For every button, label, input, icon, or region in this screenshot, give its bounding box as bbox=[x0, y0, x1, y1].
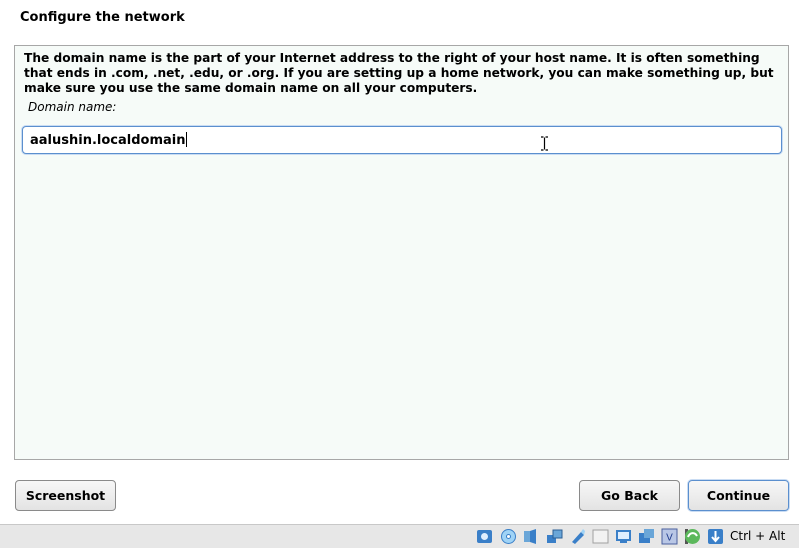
go-back-button[interactable]: Go Back bbox=[579, 480, 680, 511]
text-caret bbox=[185, 132, 187, 147]
audio-icon[interactable] bbox=[523, 528, 540, 545]
content-panel: The domain name is the part of your Inte… bbox=[14, 45, 789, 460]
usb-icon[interactable] bbox=[569, 528, 586, 545]
page-title: Configure the network bbox=[20, 10, 185, 25]
optical-drive-icon[interactable] bbox=[500, 528, 517, 545]
domain-name-label: Domain name: bbox=[28, 100, 117, 114]
vm-status-bar: V Ctrl + Alt bbox=[0, 524, 799, 548]
video-capture-icon[interactable] bbox=[638, 528, 655, 545]
keyboard-capture-icon[interactable] bbox=[707, 528, 724, 545]
domain-name-value: aalushin.localdomain bbox=[30, 133, 186, 148]
domain-name-input[interactable]: aalushin.localdomain bbox=[22, 126, 782, 154]
header: Configure the network bbox=[0, 0, 799, 36]
continue-button[interactable]: Continue bbox=[688, 480, 789, 511]
hard-disk-icon[interactable] bbox=[476, 528, 493, 545]
screenshot-button[interactable]: Screenshot bbox=[15, 480, 116, 511]
display-icon[interactable] bbox=[615, 528, 632, 545]
description-text: The domain name is the part of your Inte… bbox=[24, 51, 774, 95]
network-icon[interactable] bbox=[546, 528, 563, 545]
text-cursor-icon bbox=[541, 136, 548, 151]
cpu-icon[interactable]: V bbox=[661, 528, 678, 545]
host-key-label: Ctrl + Alt bbox=[730, 529, 786, 543]
mouse-integration-icon[interactable] bbox=[684, 528, 701, 545]
svg-text:V: V bbox=[666, 533, 673, 544]
shared-folder-icon[interactable] bbox=[592, 528, 609, 545]
